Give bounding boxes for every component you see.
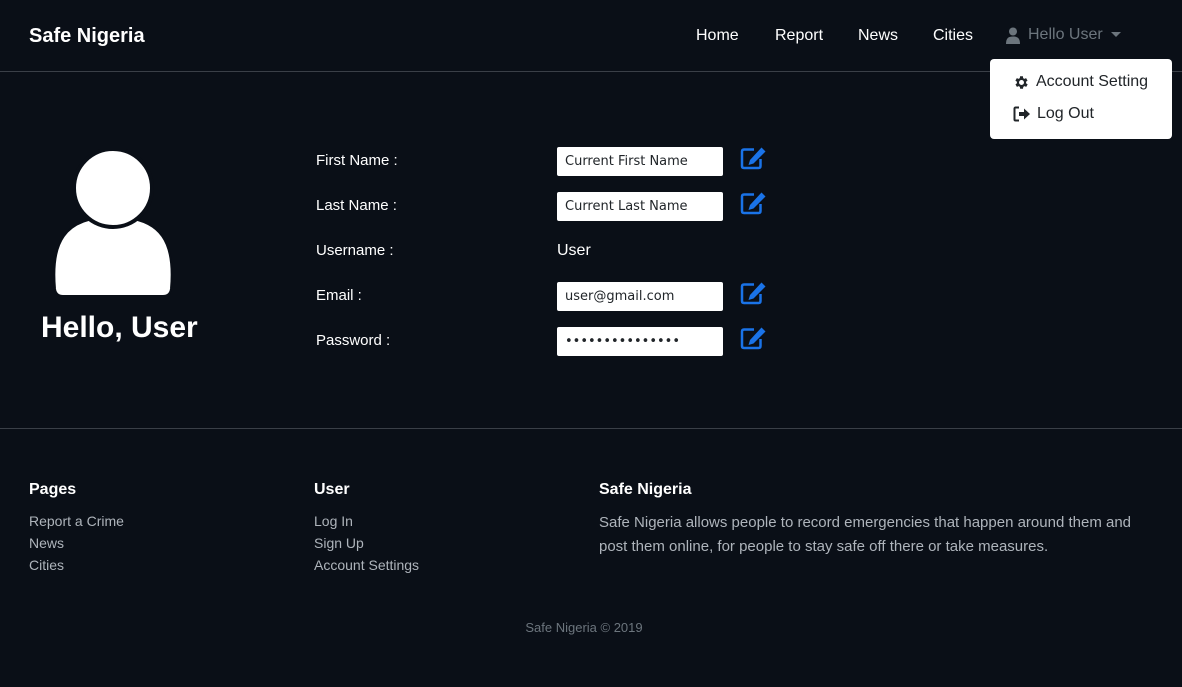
footer-link-news[interactable]: News: [29, 535, 64, 551]
footer-link-sign-up[interactable]: Sign Up: [314, 535, 364, 551]
email-input[interactable]: [557, 282, 723, 311]
username-label: Username :: [316, 242, 394, 259]
edit-first-name-icon[interactable]: [740, 146, 768, 170]
email-label: Email :: [316, 287, 362, 304]
profile-greeting: Hello, User: [41, 311, 198, 344]
footer-about-heading: Safe Nigeria: [599, 481, 692, 498]
sign-out-icon: [1013, 106, 1030, 122]
last-name-label: Last Name :: [316, 197, 397, 214]
account-setting-label: Account Setting: [1036, 73, 1149, 90]
password-label: Password :: [316, 332, 391, 349]
first-name-label: First Name :: [316, 152, 398, 169]
last-name-input[interactable]: [557, 192, 723, 221]
username-value: User: [557, 242, 591, 259]
footer-link-account-settings[interactable]: Account Settings: [314, 557, 419, 573]
footer-link-report-crime[interactable]: Report a Crime: [29, 513, 124, 529]
footer-pages-heading: Pages: [29, 481, 77, 498]
edit-email-icon[interactable]: [740, 281, 768, 305]
password-input[interactable]: [557, 327, 723, 356]
footer-divider: [0, 428, 1182, 429]
nav-home[interactable]: Home: [696, 27, 739, 45]
footer-user-heading: User: [314, 481, 350, 498]
avatar: [53, 149, 173, 297]
brand-logo[interactable]: Safe Nigeria: [29, 25, 145, 48]
footer-link-log-in[interactable]: Log In: [314, 513, 353, 529]
caret-down-icon: [1110, 31, 1121, 37]
user-menu-label: Hello User: [1028, 26, 1103, 43]
user-menu-toggle[interactable]: Hello User: [1006, 26, 1121, 44]
gear-icon: [1015, 75, 1028, 89]
copyright: Safe Nigeria © 2019: [525, 620, 643, 635]
nav-report[interactable]: Report: [775, 27, 823, 45]
edit-password-icon[interactable]: [740, 326, 768, 350]
nav-cities[interactable]: Cities: [933, 27, 973, 45]
edit-last-name-icon[interactable]: [740, 191, 768, 215]
log-out-label: Log Out: [1037, 105, 1094, 122]
footer-about-text: Safe Nigeria allows people to record eme…: [599, 514, 1132, 555]
menu-item-account-setting[interactable]: Account Setting: [1013, 73, 1148, 91]
menu-item-log-out[interactable]: Log Out: [1013, 105, 1094, 123]
footer-link-cities[interactable]: Cities: [29, 557, 64, 573]
user-dropdown-menu: Account Setting Log Out: [990, 59, 1172, 139]
user-icon: [1006, 27, 1020, 44]
first-name-input[interactable]: [557, 147, 723, 176]
nav-news[interactable]: News: [858, 27, 898, 45]
